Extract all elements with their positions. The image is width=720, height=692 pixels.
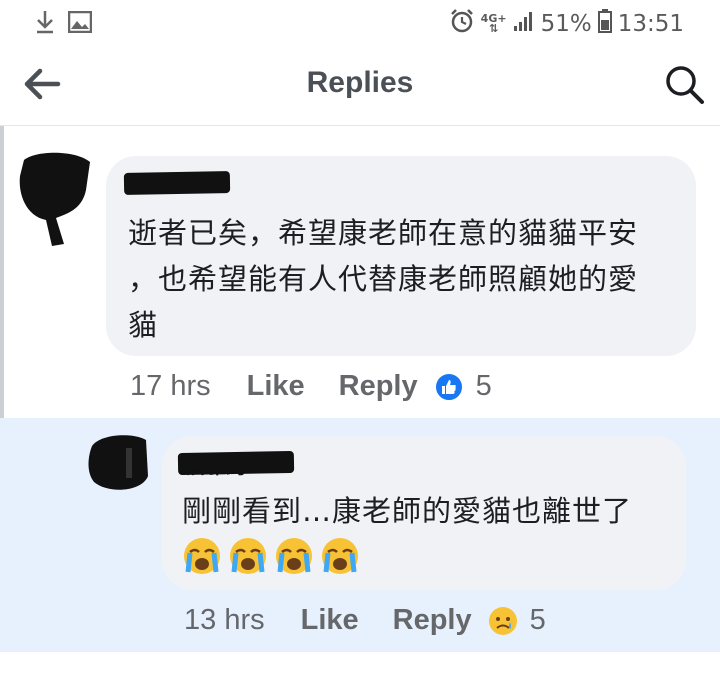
loudly-crying-face-icon xyxy=(230,538,266,574)
battery-icon xyxy=(597,9,612,39)
download-icon xyxy=(34,9,56,40)
comment-text: 逝者已矣，希望康老師在意的貓貓平安 ，也希望能有人代替康老師照顧她的愛 貓 xyxy=(128,210,688,348)
app-bar: Replies xyxy=(0,44,720,126)
reply-button[interactable]: Reply xyxy=(339,370,418,403)
loudly-crying-face-icon xyxy=(322,538,358,574)
redacted-avatar-icon xyxy=(19,152,90,246)
avatar[interactable] xyxy=(16,150,96,246)
avatar[interactable] xyxy=(86,432,152,496)
redacted-author-name[interactable] xyxy=(123,171,231,195)
comment-line: 貓 xyxy=(128,308,159,342)
comment-time[interactable]: 17 hrs xyxy=(130,370,211,403)
loudly-crying-face-icon xyxy=(184,538,220,574)
search-icon xyxy=(666,66,704,104)
comment-line: ，也希望能有人代替康老師照顧她的愛 xyxy=(128,262,639,296)
image-icon xyxy=(67,10,93,38)
redacted-avatar-icon xyxy=(88,435,148,490)
emoji-row xyxy=(182,536,360,576)
like-button[interactable]: Like xyxy=(247,370,305,403)
reply-button[interactable]: Reply xyxy=(393,604,472,637)
loudly-crying-face-icon xyxy=(276,538,312,574)
comment-meta: 17 hrs Like Reply 5 xyxy=(130,370,492,403)
search-button[interactable] xyxy=(664,64,706,106)
comment-line: 逝者已矣，希望康老師在意的貓貓平安 xyxy=(128,216,639,250)
reaction-count: 5 xyxy=(475,370,492,402)
reply-time[interactable]: 13 hrs xyxy=(184,604,265,637)
reply-meta: 13 hrs Like Reply 5 xyxy=(184,604,546,637)
clock: 13:51 xyxy=(617,11,684,37)
reply-text: 剛剛看到…康老師的愛貓也離世了 xyxy=(182,494,633,528)
like-button[interactable]: Like xyxy=(301,604,359,637)
status-bar: 4G+ ⇅ 51% 13:51 xyxy=(0,0,720,44)
network-type: 4G+ ⇅ xyxy=(480,12,507,35)
page-title: Replies xyxy=(306,66,414,99)
reply-author[interactable]: 詹雅鈞 xyxy=(186,450,246,479)
alarm-icon xyxy=(449,8,475,40)
reaction-count: 5 xyxy=(529,604,546,636)
battery-percent: 51% xyxy=(540,11,592,37)
like-icon[interactable] xyxy=(433,371,464,402)
thread-line xyxy=(0,126,4,418)
network-label: 4G+ xyxy=(480,12,507,25)
signal-icon xyxy=(513,10,535,38)
sad-icon[interactable] xyxy=(488,606,518,636)
